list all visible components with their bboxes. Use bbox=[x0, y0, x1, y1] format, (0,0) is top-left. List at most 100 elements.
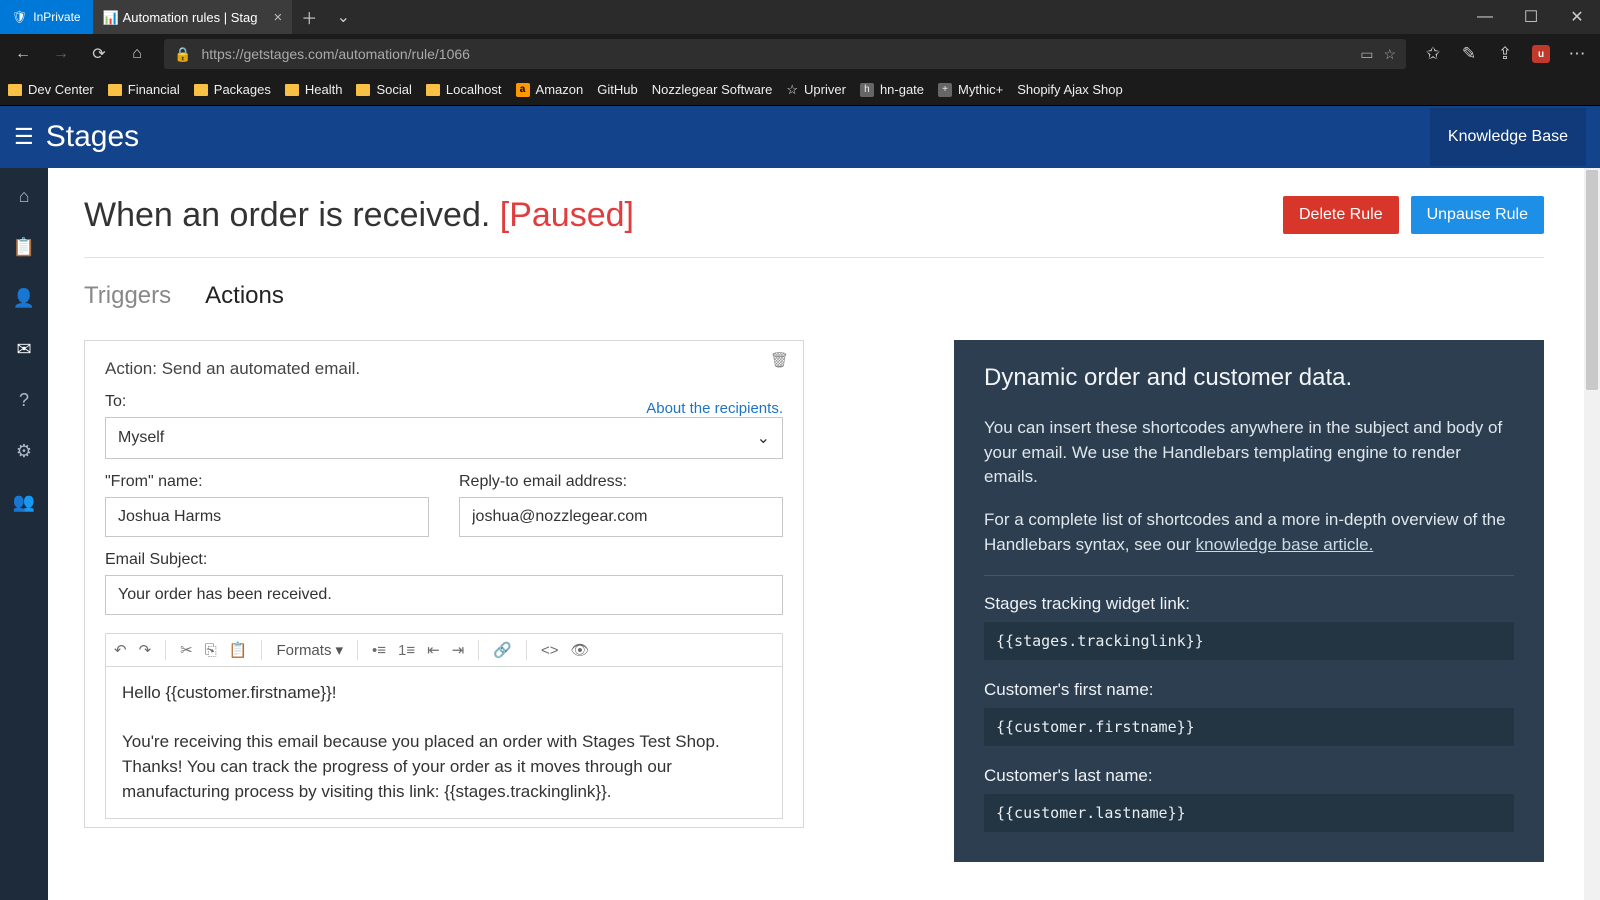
home-icon[interactable]: ⌂ bbox=[0, 186, 48, 207]
bookmark[interactable]: hhn-gate bbox=[860, 82, 924, 97]
preview-icon[interactable]: 👁 bbox=[570, 641, 589, 659]
refresh-button[interactable]: ⟳ bbox=[82, 37, 116, 71]
cut-icon[interactable]: ✂ bbox=[180, 641, 193, 659]
star-icon: ☆ bbox=[786, 82, 798, 98]
gear-icon[interactable]: ⚙ bbox=[0, 441, 48, 462]
reply-to-input[interactable] bbox=[459, 497, 783, 537]
site-icon: 📊 bbox=[103, 10, 117, 24]
new-tab-button[interactable]: ＋ bbox=[292, 0, 326, 34]
tabs-dropdown-button[interactable]: ⌄ bbox=[326, 0, 360, 34]
bookmark-label: Nozzlegear Software bbox=[652, 82, 773, 97]
bookmark[interactable]: ☆ Upriver bbox=[786, 82, 846, 98]
to-label: To: bbox=[105, 393, 126, 411]
minimize-button[interactable]: — bbox=[1462, 0, 1508, 34]
bookmark[interactable]: Packages bbox=[194, 82, 271, 97]
editor-toolbar: ↶ ↷ ✂ ⎘ 📋 Formats ▾ bbox=[105, 633, 783, 666]
bookmark-label: Mythic+ bbox=[958, 82, 1003, 97]
indent-icon[interactable]: ⇥ bbox=[452, 641, 465, 659]
close-window-button[interactable]: ✕ bbox=[1554, 0, 1600, 34]
shield-icon: 🛡 bbox=[12, 10, 27, 24]
about-recipients-link[interactable]: About the recipients. bbox=[646, 400, 783, 417]
formats-label: Formats bbox=[276, 642, 331, 659]
bookmark[interactable]: Social bbox=[356, 82, 411, 97]
browser-titlebar: 🛡 InPrivate 📊 Automation rules | Stag × … bbox=[0, 0, 1600, 34]
code-icon[interactable]: <> bbox=[541, 642, 559, 659]
panel-text: You can insert these shortcodes anywhere… bbox=[984, 416, 1514, 490]
scrollbar-thumb[interactable] bbox=[1586, 170, 1598, 390]
rule-status: [Paused] bbox=[500, 196, 634, 234]
tabs: Triggers Actions bbox=[84, 282, 1564, 310]
bookmark[interactable]: Localhost bbox=[426, 82, 502, 97]
trash-icon[interactable]: 🗑 bbox=[770, 351, 789, 369]
inprivate-badge: 🛡 InPrivate bbox=[0, 0, 93, 34]
bookmark[interactable]: Nozzlegear Software bbox=[652, 82, 773, 97]
redo-icon[interactable]: ↷ bbox=[139, 641, 152, 659]
close-icon[interactable]: × bbox=[274, 9, 283, 26]
help-icon[interactable]: ? bbox=[0, 390, 48, 411]
subject-input[interactable] bbox=[105, 575, 783, 615]
reading-view-icon[interactable]: ▭ bbox=[1360, 46, 1373, 63]
rule-name: When an order is received. bbox=[84, 196, 490, 234]
bookmark-label: Packages bbox=[214, 82, 271, 97]
shortcode-code[interactable]: {{customer.firstname}} bbox=[984, 708, 1514, 746]
forward-button[interactable]: → bbox=[44, 37, 78, 71]
bullet-list-icon[interactable]: •≡ bbox=[372, 642, 386, 659]
kb-article-link[interactable]: knowledge base article. bbox=[1196, 535, 1374, 554]
bookmark[interactable]: Shopify Ajax Shop bbox=[1017, 82, 1123, 97]
tab-actions[interactable]: Actions bbox=[205, 282, 284, 310]
bookmark[interactable]: Financial bbox=[108, 82, 180, 97]
folder-icon bbox=[8, 84, 22, 96]
clipboard-icon[interactable]: 📋 bbox=[0, 237, 48, 258]
card-title: Action: Send an automated email. bbox=[105, 359, 783, 379]
bookmark[interactable]: GitHub bbox=[597, 82, 637, 97]
action-card: 🗑 Action: Send an automated email. To: A… bbox=[84, 340, 804, 828]
browser-tab[interactable]: 📊 Automation rules | Stag × bbox=[93, 0, 293, 34]
email-body-editor[interactable]: Hello {{customer.firstname}}! You're rec… bbox=[105, 666, 783, 819]
shortcode-code[interactable]: {{stages.trackinglink}} bbox=[984, 622, 1514, 660]
app-sidebar: ⌂ 📋 👤 ✉ ? ⚙ 👥 bbox=[0, 168, 48, 900]
bookmark[interactable]: +Mythic+ bbox=[938, 82, 1003, 97]
browser-navbar: ← → ⟳ ⌂ 🔒 https://getstages.com/automati… bbox=[0, 34, 1600, 74]
maximize-button[interactable]: ☐ bbox=[1508, 0, 1554, 34]
bookmark-label: Health bbox=[305, 82, 343, 97]
bookmark[interactable]: aAmazon bbox=[516, 82, 584, 97]
link-icon[interactable]: 🔗 bbox=[493, 641, 512, 659]
mail-icon[interactable]: ✉ bbox=[0, 339, 48, 360]
favorite-icon[interactable]: ☆ bbox=[1383, 46, 1396, 63]
bookmark-label: Upriver bbox=[804, 82, 846, 97]
ublock-icon[interactable]: u bbox=[1524, 37, 1558, 71]
knowledge-base-link[interactable]: Knowledge Base bbox=[1430, 108, 1586, 166]
paste-icon[interactable]: 📋 bbox=[229, 641, 248, 659]
shortcode-code[interactable]: {{customer.lastname}} bbox=[984, 794, 1514, 832]
more-button[interactable]: ⋯ bbox=[1560, 37, 1594, 71]
menu-icon[interactable]: ☰ bbox=[14, 124, 34, 150]
user-icon[interactable]: 👤 bbox=[0, 288, 48, 309]
back-button[interactable]: ← bbox=[6, 37, 40, 71]
outdent-icon[interactable]: ⇤ bbox=[427, 641, 440, 659]
formats-dropdown[interactable]: Formats ▾ bbox=[276, 641, 343, 659]
copy-icon[interactable]: ⎘ bbox=[205, 642, 217, 659]
bookmarks-bar: Dev Center Financial Packages Health Soc… bbox=[0, 74, 1600, 106]
separator bbox=[526, 640, 527, 660]
unpause-rule-button[interactable]: Unpause Rule bbox=[1411, 196, 1544, 234]
tab-triggers[interactable]: Triggers bbox=[84, 282, 171, 310]
home-button[interactable]: ⌂ bbox=[120, 37, 154, 71]
undo-icon[interactable]: ↶ bbox=[114, 641, 127, 659]
bookmark[interactable]: Health bbox=[285, 82, 343, 97]
favorites-button[interactable]: ✩ bbox=[1416, 37, 1450, 71]
page-title: When an order is received. [Paused] bbox=[84, 196, 634, 235]
share-button[interactable]: ⇪ bbox=[1488, 37, 1522, 71]
scrollbar[interactable] bbox=[1584, 168, 1600, 900]
ordered-list-icon[interactable]: 1≡ bbox=[398, 642, 415, 659]
to-select[interactable]: Myself ⌄ bbox=[105, 417, 783, 459]
reply-label: Reply-to email address: bbox=[459, 473, 783, 491]
notes-button[interactable]: ✎ bbox=[1452, 37, 1486, 71]
from-label: "From" name: bbox=[105, 473, 429, 491]
bookmark[interactable]: Dev Center bbox=[8, 82, 94, 97]
from-name-input[interactable] bbox=[105, 497, 429, 537]
shortcode-label: Stages tracking widget link: bbox=[984, 594, 1514, 614]
delete-rule-button[interactable]: Delete Rule bbox=[1283, 196, 1399, 234]
address-bar[interactable]: 🔒 https://getstages.com/automation/rule/… bbox=[164, 39, 1406, 69]
app-bar: ☰ Stages Knowledge Base bbox=[0, 106, 1600, 168]
users-icon[interactable]: 👥 bbox=[0, 492, 48, 513]
